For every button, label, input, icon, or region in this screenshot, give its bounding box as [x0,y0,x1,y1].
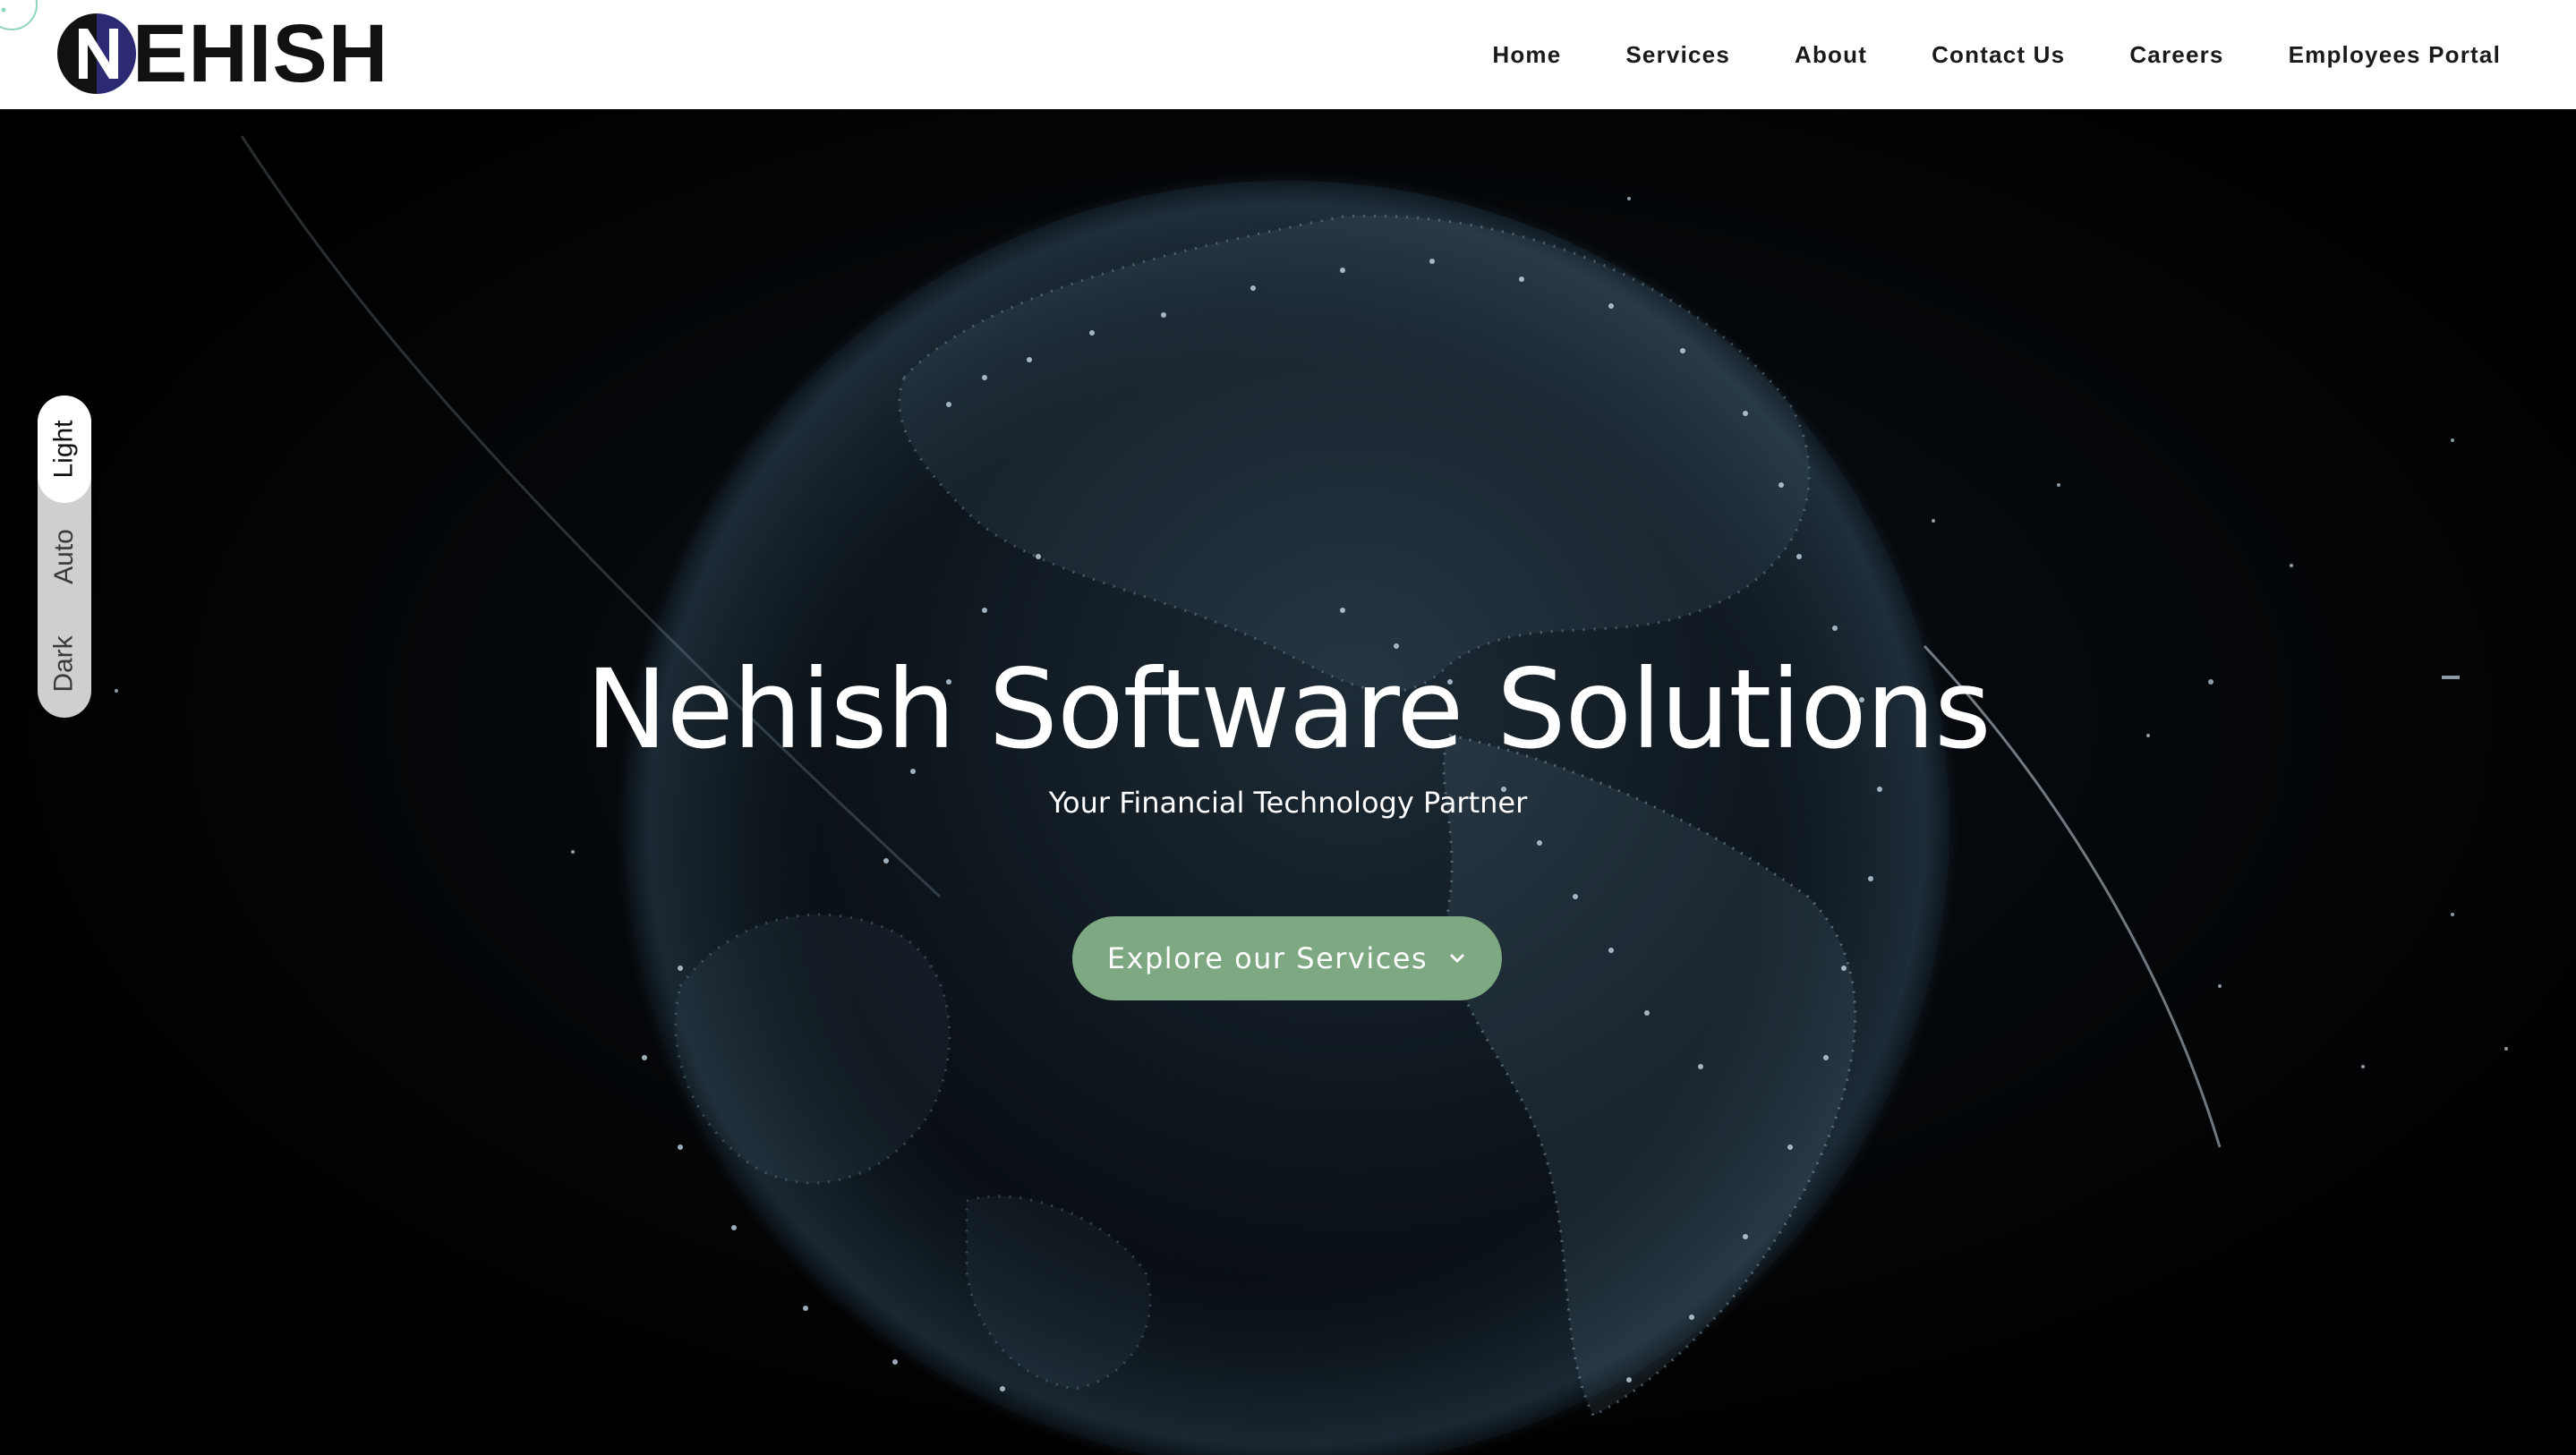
nav-contact-us[interactable]: Contact Us [1932,41,2065,69]
explore-services-button[interactable]: Explore our Services [1072,916,1502,1000]
theme-option-light[interactable]: Light [38,396,91,503]
hero-title: Nehish Software Solutions [585,646,1991,773]
page: EHISH Home Services About Contact Us Car… [0,0,2576,1455]
hero-subtitle: Your Financial Technology Partner [1048,786,1528,820]
logo-n-icon [57,13,136,94]
theme-toggle: Light Auto Dark [38,396,91,718]
corner-decoration-icon [0,0,38,30]
main-nav: Home Services About Contact Us Careers E… [1428,0,2501,109]
site-logo[interactable]: EHISH [55,11,388,97]
nav-careers[interactable]: Careers [2129,41,2223,69]
nav-about[interactable]: About [1795,41,1867,69]
chevron-down-icon [1450,954,1464,963]
globe-background-image [115,135,2508,1455]
theme-option-label: Auto [49,529,79,584]
nav-employees-portal[interactable]: Employees Portal [2289,41,2501,69]
theme-option-dark[interactable]: Dark [38,610,91,718]
nav-home[interactable]: Home [1492,41,1561,69]
logo-text: EHISH [132,8,389,99]
nav-services[interactable]: Services [1625,41,1730,69]
theme-option-auto[interactable]: Auto [38,503,91,610]
hero-section: Light Auto Dark Nehish Software Solution… [0,109,2576,1455]
theme-option-label: Dark [49,635,79,693]
site-header: EHISH Home Services About Contact Us Car… [0,0,2576,109]
cta-label: Explore our Services [1106,941,1429,975]
theme-option-label: Light [49,420,79,479]
